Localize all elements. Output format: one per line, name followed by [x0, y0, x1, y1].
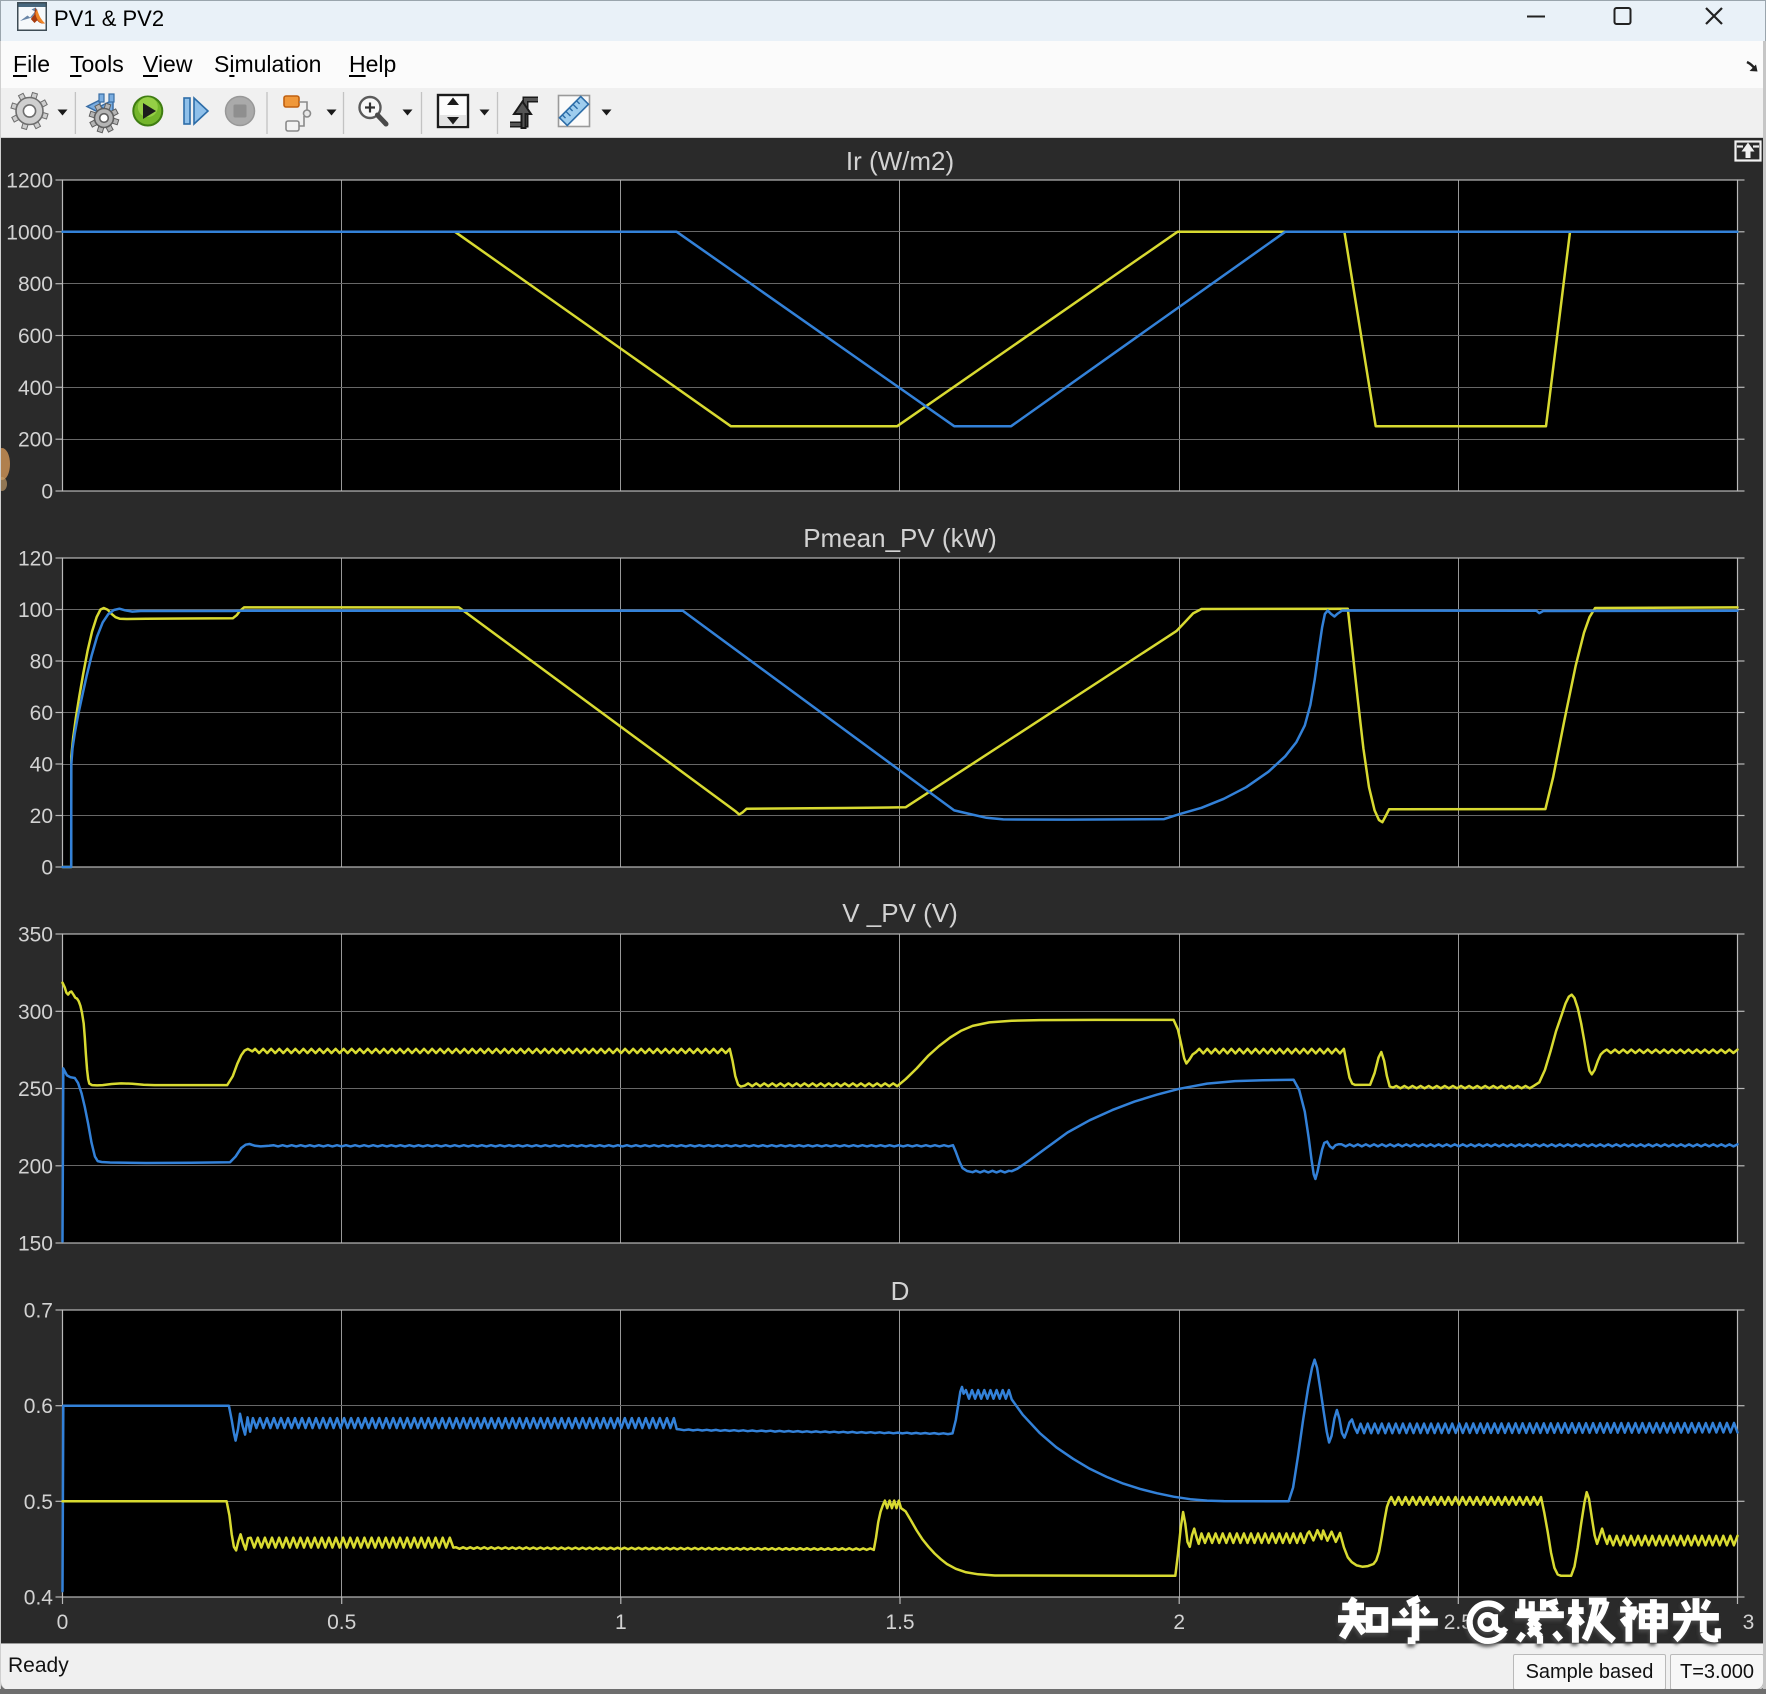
- svg-text:0: 0: [41, 481, 53, 504]
- svg-text:1000: 1000: [6, 221, 53, 244]
- svg-text:60: 60: [30, 702, 53, 725]
- svg-text:20: 20: [30, 805, 53, 828]
- svg-text:350: 350: [18, 924, 53, 947]
- svg-text:120: 120: [18, 548, 53, 571]
- svg-text:0.5: 0.5: [24, 1491, 53, 1514]
- svg-text:200: 200: [18, 429, 53, 452]
- svg-text:2: 2: [1173, 1611, 1185, 1634]
- svg-text:0: 0: [41, 857, 53, 880]
- svg-text:800: 800: [18, 273, 53, 296]
- svg-text:200: 200: [18, 1155, 53, 1178]
- svg-text:1.5: 1.5: [885, 1611, 914, 1634]
- svg-text:400: 400: [18, 377, 53, 400]
- svg-text:0.7: 0.7: [24, 1300, 53, 1323]
- svg-text:80: 80: [30, 651, 53, 674]
- svg-text:0.5: 0.5: [327, 1611, 356, 1634]
- svg-text:40: 40: [30, 754, 53, 777]
- svg-text:250: 250: [18, 1078, 53, 1101]
- svg-text:0.4: 0.4: [24, 1587, 54, 1610]
- svg-text:1200: 1200: [6, 170, 53, 193]
- svg-text:0: 0: [57, 1611, 69, 1634]
- svg-text:D: D: [891, 1276, 910, 1306]
- svg-text:3: 3: [1743, 1611, 1755, 1634]
- svg-text:0.6: 0.6: [24, 1395, 53, 1418]
- svg-text:2.5: 2.5: [1444, 1611, 1473, 1634]
- svg-text:Pmean_PV (kW): Pmean_PV (kW): [803, 523, 997, 553]
- svg-text:Ir (W/m2): Ir (W/m2): [846, 146, 954, 176]
- svg-text:1: 1: [615, 1611, 627, 1634]
- svg-text:600: 600: [18, 325, 53, 348]
- svg-text:100: 100: [18, 599, 53, 622]
- svg-text:V _PV (V): V _PV (V): [842, 898, 958, 928]
- svg-text:150: 150: [18, 1233, 53, 1256]
- svg-text:300: 300: [18, 1001, 53, 1024]
